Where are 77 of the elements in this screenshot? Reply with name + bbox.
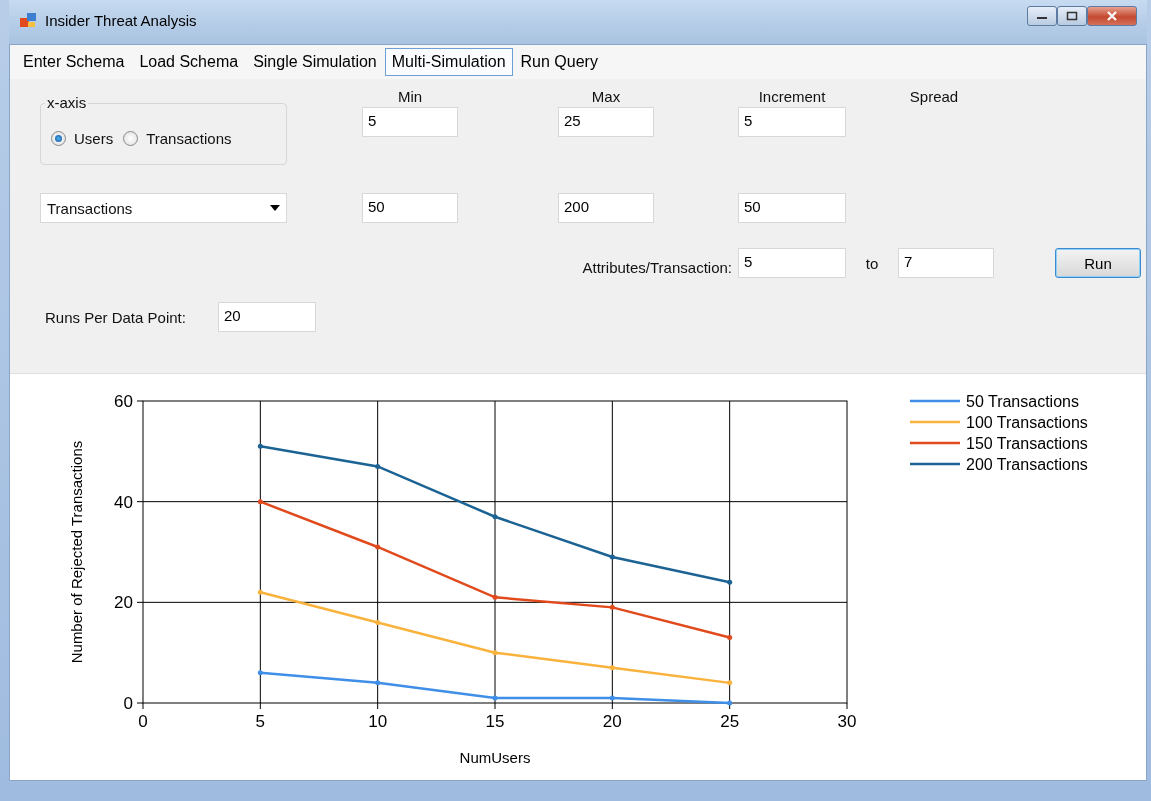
min-label: Min bbox=[396, 88, 424, 107]
x-tick-label: 20 bbox=[602, 712, 622, 731]
x-tick-label: 5 bbox=[255, 712, 266, 731]
min-field[interactable]: 50 bbox=[362, 193, 458, 223]
data-point bbox=[375, 544, 381, 550]
legend-line-icon bbox=[910, 441, 960, 445]
data-point bbox=[492, 695, 498, 701]
y-tick-label: 0 bbox=[123, 694, 133, 713]
x-tick-label: 0 bbox=[138, 712, 148, 731]
runs-label: Runs Per Data Point: bbox=[45, 308, 186, 326]
attributes-to-field[interactable]: 7 bbox=[898, 248, 994, 278]
legend-label: 200 Transactions bbox=[966, 456, 1088, 473]
y-tick-label: 60 bbox=[114, 392, 133, 411]
y-axis-title: Number of Rejected Transactions bbox=[68, 440, 85, 664]
x-tick-label: 30 bbox=[837, 712, 857, 731]
menu-item[interactable]: Multi-Simulation bbox=[384, 48, 513, 76]
data-point bbox=[375, 680, 381, 686]
legend-line-icon bbox=[910, 399, 960, 403]
menu-item[interactable]: Single Simulation bbox=[246, 48, 384, 76]
x-axis-title: NumUsers bbox=[459, 749, 531, 766]
legend-label: 50 Transactions bbox=[966, 393, 1079, 410]
min-field[interactable]: 5 bbox=[362, 107, 458, 137]
data-point bbox=[257, 443, 263, 449]
max-field[interactable]: 25 bbox=[558, 107, 654, 137]
caret-icon bbox=[270, 205, 280, 211]
data-point bbox=[727, 700, 733, 706]
x-tick-label: 15 bbox=[485, 712, 505, 731]
menu-item[interactable]: Enter Schema bbox=[16, 48, 132, 76]
data-point bbox=[492, 650, 498, 656]
data-point bbox=[609, 695, 615, 701]
data-point bbox=[492, 514, 498, 520]
radio-button[interactable] bbox=[51, 130, 66, 146]
group-label: x-axis bbox=[45, 94, 89, 111]
to-label: to bbox=[865, 254, 879, 272]
data-point bbox=[609, 604, 615, 610]
maximize-button[interactable] bbox=[1057, 6, 1087, 26]
attributes-label: Attributes/Transaction: bbox=[582, 258, 733, 276]
data-point bbox=[257, 670, 263, 676]
data-point bbox=[492, 594, 498, 600]
increment-field[interactable]: 5 bbox=[738, 107, 846, 137]
legend-line-icon bbox=[910, 420, 960, 424]
menu-item[interactable]: Run Query bbox=[513, 48, 605, 76]
series-dropdown[interactable]: Transactions bbox=[40, 193, 287, 223]
legend-label: 150 Transactions bbox=[966, 435, 1088, 452]
menu-item[interactable]: Load Schema bbox=[132, 48, 246, 76]
spread-label: Spread bbox=[908, 88, 960, 107]
legend-label: 100 Transactions bbox=[966, 414, 1088, 431]
x-tick-label: 25 bbox=[720, 712, 740, 731]
maximize-icon bbox=[1066, 11, 1078, 21]
increment-label: Increment bbox=[757, 88, 827, 107]
close-icon bbox=[1106, 11, 1118, 21]
minimize-button[interactable] bbox=[1027, 6, 1057, 26]
y-tick-label: 40 bbox=[114, 492, 133, 512]
data-point bbox=[375, 463, 381, 469]
data-point bbox=[727, 635, 733, 641]
radio-option[interactable]: Transactions bbox=[123, 129, 232, 147]
run-button[interactable]: Run bbox=[1055, 248, 1141, 278]
x-tick-label: 10 bbox=[368, 712, 388, 731]
data-point bbox=[375, 619, 381, 625]
window-title: Insider Threat Analysis bbox=[45, 11, 197, 29]
data-point bbox=[727, 579, 733, 585]
max-label: Max bbox=[590, 88, 622, 107]
app-icon bbox=[19, 12, 37, 28]
data-point bbox=[609, 554, 615, 560]
radio-option[interactable]: Users bbox=[51, 129, 114, 147]
close-button[interactable] bbox=[1087, 6, 1137, 26]
radio-button[interactable] bbox=[123, 130, 139, 146]
data-point bbox=[609, 665, 615, 671]
max-field[interactable]: 200 bbox=[558, 193, 654, 223]
data-point bbox=[257, 499, 263, 505]
y-tick-label: 20 bbox=[114, 593, 133, 613]
runs-field[interactable]: 20 bbox=[217, 302, 316, 332]
legend-line-icon bbox=[910, 462, 960, 466]
data-point bbox=[257, 589, 263, 595]
data-point bbox=[727, 680, 733, 686]
increment-field[interactable]: 50 bbox=[738, 193, 846, 223]
attributes-from-field[interactable]: 5 bbox=[738, 248, 846, 278]
